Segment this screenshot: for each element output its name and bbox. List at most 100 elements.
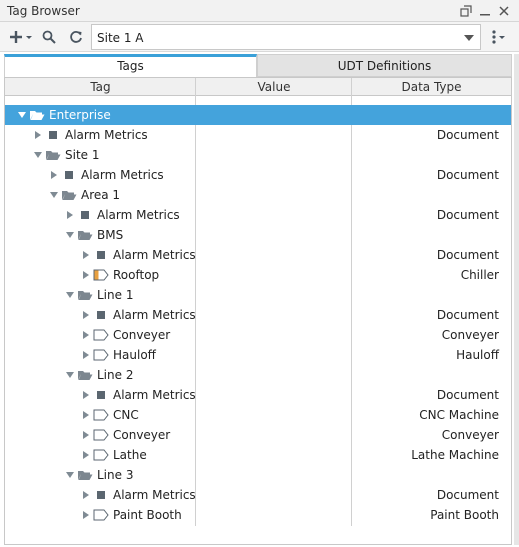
tree-row-datatype: Document	[436, 488, 499, 502]
tree-row-label: BMS	[97, 228, 124, 242]
tree-row-value	[198, 348, 353, 362]
tag-square-icon	[93, 248, 109, 262]
tree-row[interactable]: Area 1	[5, 185, 511, 205]
tree-row-label: Alarm Metrics	[81, 168, 164, 182]
tree-row-value	[198, 408, 353, 422]
chevron-right-icon[interactable]	[81, 270, 91, 280]
tree-row[interactable]: Rooftop Chiller	[5, 265, 511, 285]
chevron-right-icon[interactable]	[65, 210, 75, 220]
tree-row-value	[198, 428, 353, 442]
chevron-down-icon[interactable]	[65, 370, 75, 380]
tag-square-icon	[93, 308, 109, 322]
tree-row-label: Conveyer	[113, 428, 171, 442]
chevron-right-icon[interactable]	[81, 510, 91, 520]
tab-tags[interactable]: Tags	[4, 54, 257, 77]
chevron-down-icon[interactable]	[17, 110, 27, 120]
tree-row-datatype: Chiller	[460, 268, 499, 282]
tree-row[interactable]: Line 1	[5, 285, 511, 305]
tree-row-value	[198, 108, 353, 122]
column-header-tag[interactable]: Tag	[5, 80, 196, 94]
toolbar: Site 1 A	[0, 22, 519, 52]
tree-row-label: Site 1	[65, 148, 100, 162]
tree-row[interactable]: BMS	[5, 225, 511, 245]
tree-row[interactable]: Alarm Metrics Document	[5, 165, 511, 185]
tree-row-label: CNC	[113, 408, 139, 422]
chevron-right-icon[interactable]	[81, 250, 91, 260]
tree-row[interactable]: Conveyer Conveyer	[5, 325, 511, 345]
tree-row[interactable]: Alarm Metrics Document	[5, 305, 511, 325]
tree-row[interactable]: Paint Booth Paint Booth	[5, 505, 511, 525]
tag-provider-select[interactable]: Site 1 A	[91, 24, 481, 50]
plus-dropdown-icon	[10, 31, 32, 43]
tab-strip: Tags UDT Definitions	[4, 54, 512, 77]
tree-row-label: Line 2	[97, 368, 134, 382]
refresh-button[interactable]	[66, 27, 86, 47]
udt-instance-icon	[93, 328, 109, 342]
tree-row[interactable]: Alarm Metrics Document	[5, 205, 511, 225]
tree-row[interactable]: Line 3	[5, 465, 511, 485]
chevron-down-icon[interactable]	[65, 290, 75, 300]
tree-row-datatype: Document	[436, 208, 499, 222]
search-button[interactable]	[40, 27, 58, 47]
tree-row-value	[198, 208, 353, 222]
tree-row[interactable]: Alarm Metrics Document	[5, 485, 511, 505]
udt-instance-icon	[93, 428, 109, 442]
float-window-icon[interactable]	[458, 3, 474, 19]
tree-row-value	[198, 228, 353, 242]
table-header: Tag Value Data Type	[5, 78, 511, 96]
tree-rows: Enterprise Alarm Metrics Document Site 1 Ala…	[5, 105, 511, 525]
chevron-right-icon[interactable]	[49, 170, 59, 180]
tree-row-label: Paint Booth	[113, 508, 182, 522]
tree-row[interactable]: Line 2	[5, 365, 511, 385]
udt-instance-orange-icon	[93, 268, 109, 282]
tree-row-label: Lathe	[113, 448, 147, 462]
scrollbar[interactable]	[514, 54, 519, 545]
tree-row[interactable]: Hauloff Hauloff	[5, 345, 511, 365]
tree-row[interactable]: Alarm Metrics Document	[5, 245, 511, 265]
column-header-datatype[interactable]: Data Type	[352, 80, 511, 94]
chevron-right-icon[interactable]	[81, 410, 91, 420]
chevron-right-icon[interactable]	[81, 450, 91, 460]
close-icon[interactable]	[496, 3, 512, 19]
folder-open-icon	[77, 288, 93, 302]
chevron-right-icon[interactable]	[81, 430, 91, 440]
tree-row-label: Line 1	[97, 288, 134, 302]
tree-row[interactable]: CNC CNC Machine	[5, 405, 511, 425]
tree-row[interactable]: Site 1	[5, 145, 511, 165]
chevron-down-icon[interactable]	[49, 190, 59, 200]
folder-open-icon	[45, 148, 61, 162]
tree-row-value	[198, 468, 353, 482]
chevron-right-icon[interactable]	[81, 330, 91, 340]
chevron-right-icon[interactable]	[81, 490, 91, 500]
udt-instance-icon	[93, 508, 109, 522]
tree-row[interactable]: Enterprise	[5, 105, 511, 125]
udt-instance-icon	[93, 448, 109, 462]
chevron-down-icon[interactable]	[65, 470, 75, 480]
tree-row[interactable]: Alarm Metrics Document	[5, 125, 511, 145]
tab-udt-definitions[interactable]: UDT Definitions	[257, 54, 512, 77]
tree-row[interactable]: Conveyer Conveyer	[5, 425, 511, 445]
folder-open-icon	[61, 188, 77, 202]
tag-tree-table: Tag Value Data Type Enterprise Alarm Metr…	[4, 77, 512, 545]
minimize-icon[interactable]	[477, 3, 493, 19]
tree-row[interactable]: Lathe Lathe Machine	[5, 445, 511, 465]
tree-row-value	[198, 308, 353, 322]
chevron-right-icon[interactable]	[81, 310, 91, 320]
window-title: Tag Browser	[7, 4, 80, 18]
add-tag-button[interactable]	[8, 27, 34, 47]
tree-row-value	[198, 328, 353, 342]
tree-row-label: Enterprise	[49, 108, 111, 122]
column-header-value[interactable]: Value	[196, 80, 352, 94]
chevron-down-icon[interactable]	[65, 230, 75, 240]
chevron-right-icon[interactable]	[81, 390, 91, 400]
chevron-down-icon[interactable]	[33, 150, 43, 160]
chevron-right-icon[interactable]	[81, 350, 91, 360]
tree-row-datatype: Document	[436, 128, 499, 142]
options-menu-button[interactable]	[488, 27, 508, 47]
chevron-right-icon[interactable]	[33, 130, 43, 140]
tree-row[interactable]: Alarm Metrics Document	[5, 385, 511, 405]
tree-row-value	[198, 268, 353, 282]
tree-row-label: Conveyer	[113, 328, 171, 342]
tree-row-value	[198, 388, 353, 402]
folder-open-icon	[77, 468, 93, 482]
